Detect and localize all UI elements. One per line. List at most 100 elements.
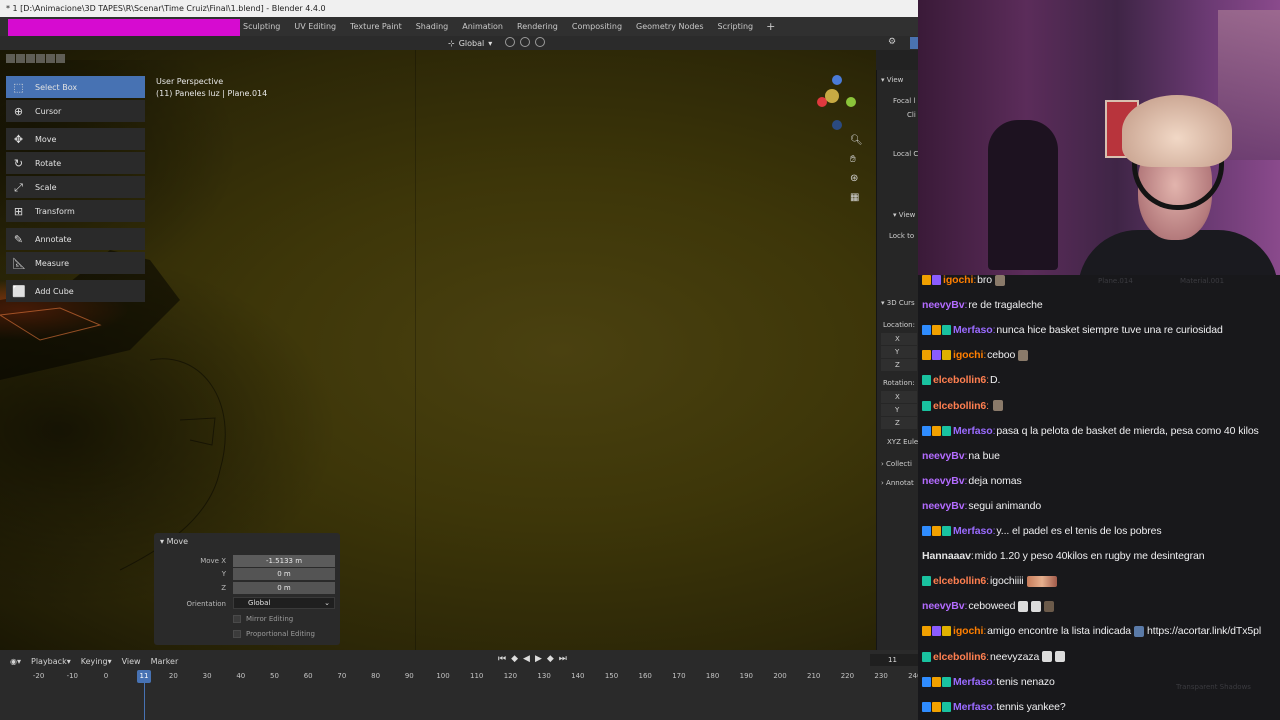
- chat-username[interactable]: igochi: [953, 625, 983, 637]
- tool-select-box[interactable]: ⬚ Select Box: [6, 76, 145, 98]
- npanel-annotations[interactable]: › Annotat: [881, 479, 914, 487]
- npanel-view-header[interactable]: ▾ View: [881, 76, 903, 84]
- mode-subtract-icon[interactable]: [26, 54, 35, 63]
- workspace-tab-sculpting[interactable]: Sculpting: [236, 17, 287, 36]
- chat-username[interactable]: neevyBv: [922, 500, 965, 512]
- tool-scale[interactable]: ⤢ Scale: [6, 176, 145, 198]
- npanel-collection[interactable]: › Collecti: [881, 460, 912, 468]
- gizmo-z-axis[interactable]: [832, 75, 842, 85]
- snap-icon[interactable]: [520, 37, 530, 47]
- mode-intersect-icon[interactable]: [46, 54, 55, 63]
- chat-username[interactable]: neevyBv: [922, 450, 965, 462]
- play-icon[interactable]: ▶: [535, 654, 542, 664]
- badge-icon: [922, 626, 931, 637]
- timeline-tick-label: 100: [436, 672, 450, 680]
- pivot-icon[interactable]: [505, 37, 515, 47]
- chat-username[interactable]: elcebollin6: [933, 575, 986, 587]
- gizmo-neg-z-axis[interactable]: [832, 120, 842, 130]
- playhead-line: [144, 683, 145, 720]
- chat-username[interactable]: igochi: [953, 349, 983, 361]
- add-workspace-button[interactable]: +: [760, 17, 781, 36]
- mirror-editing-checkbox[interactable]: Mirror Editing: [233, 615, 293, 623]
- chat-username[interactable]: Merfaso: [953, 525, 993, 537]
- tool-cursor[interactable]: ⊕ Cursor: [6, 100, 145, 122]
- timeline-menu-playback[interactable]: Playback: [31, 657, 67, 666]
- tool-transform[interactable]: ⊞ Transform: [6, 200, 145, 222]
- badge-icon: [932, 325, 941, 336]
- chat-username[interactable]: neevyBv: [922, 600, 965, 612]
- timeline-tick-label: 60: [303, 672, 313, 680]
- workspace-tab-animation[interactable]: Animation: [455, 17, 510, 36]
- tool-rotate[interactable]: ↻ Rotate: [6, 152, 145, 174]
- chat-username[interactable]: Merfaso: [953, 676, 993, 688]
- rotation-mode-dropdown[interactable]: XYZ Eule: [887, 438, 918, 446]
- timeline-menu-keying[interactable]: Keying: [81, 657, 108, 666]
- overlay-toggle-button[interactable]: [910, 37, 918, 49]
- ortho-grid-icon[interactable]: ▦: [850, 192, 863, 203]
- pan-hand-icon[interactable]: ✋︎: [850, 154, 863, 165]
- rotation-y-field[interactable]: Y: [881, 404, 917, 416]
- gizmo-y-axis[interactable]: [846, 97, 856, 107]
- jump-end-icon[interactable]: ⏭: [559, 654, 567, 664]
- mode-extra-icon[interactable]: [56, 54, 65, 63]
- workspace-tab-scripting[interactable]: Scripting: [711, 17, 761, 36]
- navigation-gizmo[interactable]: [812, 75, 862, 135]
- workspace-tab-uv-editing[interactable]: UV Editing: [287, 17, 343, 36]
- workspace-tab-texture-paint[interactable]: Texture Paint: [343, 17, 409, 36]
- orientation-select[interactable]: Global ⌄: [233, 597, 335, 609]
- workspace-tab-shading[interactable]: Shading: [409, 17, 456, 36]
- chat-username[interactable]: neevyBv: [922, 299, 965, 311]
- chat-username[interactable]: Merfaso: [953, 425, 993, 437]
- tool-label: Add Cube: [35, 286, 74, 296]
- move-y-field[interactable]: 0 m: [233, 568, 335, 580]
- tool-label: Annotate: [35, 234, 72, 244]
- chat-username[interactable]: neevyBv: [922, 475, 965, 487]
- chat-username[interactable]: elcebollin6: [933, 400, 986, 412]
- transform-orientation-dropdown[interactable]: ⊹ Global ▾: [448, 37, 492, 49]
- tool-measure[interactable]: 📐︎ Measure: [6, 252, 145, 274]
- gizmo-toggle-icon[interactable]: ⚙: [888, 37, 898, 47]
- proportional-editing-checkbox[interactable]: Proportional Editing: [233, 630, 315, 638]
- editor-type-icon[interactable]: ◉▾: [10, 657, 21, 666]
- playhead-frame-label[interactable]: 11: [137, 670, 151, 683]
- move-x-field[interactable]: -1.5133 m: [233, 555, 335, 567]
- npanel-cursor-header[interactable]: ▾ 3D Curs: [881, 299, 915, 307]
- proportional-edit-icon[interactable]: [535, 37, 545, 47]
- rotation-x-field[interactable]: X: [881, 391, 917, 403]
- chat-username[interactable]: igochi: [943, 275, 973, 286]
- npanel-view-sub[interactable]: ▾ View: [893, 211, 915, 219]
- zoom-icon[interactable]: 🔍︎: [850, 135, 863, 146]
- jump-start-icon[interactable]: ⏮: [498, 654, 506, 664]
- cursor-z-field[interactable]: Z: [881, 359, 917, 371]
- chat-username[interactable]: Merfaso: [953, 701, 993, 713]
- orientation-icon: ⊹: [448, 38, 455, 48]
- prev-keyframe-icon[interactable]: ◆: [511, 654, 518, 664]
- timeline-menu-view[interactable]: View: [122, 657, 141, 666]
- redo-panel-title[interactable]: ▾ Move: [160, 537, 188, 546]
- workspace-tab-compositing[interactable]: Compositing: [565, 17, 629, 36]
- workspace-tab-rendering[interactable]: Rendering: [510, 17, 565, 36]
- tool-label: Move: [35, 134, 57, 144]
- move-z-field[interactable]: 0 m: [233, 582, 335, 594]
- tool-annotate[interactable]: ✎ Annotate: [6, 228, 145, 250]
- cursor-x-field[interactable]: X: [881, 333, 917, 345]
- chat-username[interactable]: Merfaso: [953, 324, 993, 336]
- timeline-menu-marker[interactable]: Marker: [151, 657, 179, 666]
- mode-new-icon[interactable]: [6, 54, 15, 63]
- mode-invert-icon[interactable]: [36, 54, 45, 63]
- mode-extend-icon[interactable]: [16, 54, 25, 63]
- rotation-z-field[interactable]: Z: [881, 417, 917, 429]
- play-reverse-icon[interactable]: ◀: [523, 654, 530, 664]
- tool-move[interactable]: ✥ Move: [6, 128, 145, 150]
- chat-username[interactable]: Hannaaav: [922, 550, 971, 562]
- sidebar-npanel: ▾ View Focal l Cli Local C ▾ View Lock t…: [876, 70, 918, 650]
- chat-username[interactable]: elcebollin6: [933, 651, 986, 663]
- tool-add-cube[interactable]: ⬜ Add Cube: [6, 280, 145, 302]
- workspace-tab-geometry-nodes[interactable]: Geometry Nodes: [629, 17, 710, 36]
- cursor-y-field[interactable]: Y: [881, 346, 917, 358]
- chat-link[interactable]: https://acortar.link/dTx5pl: [1147, 625, 1261, 637]
- camera-view-icon[interactable]: ⊛: [850, 173, 863, 184]
- next-keyframe-icon[interactable]: ◆: [547, 654, 554, 664]
- current-frame-field[interactable]: 11: [870, 654, 918, 666]
- chat-username[interactable]: elcebollin6: [933, 374, 986, 386]
